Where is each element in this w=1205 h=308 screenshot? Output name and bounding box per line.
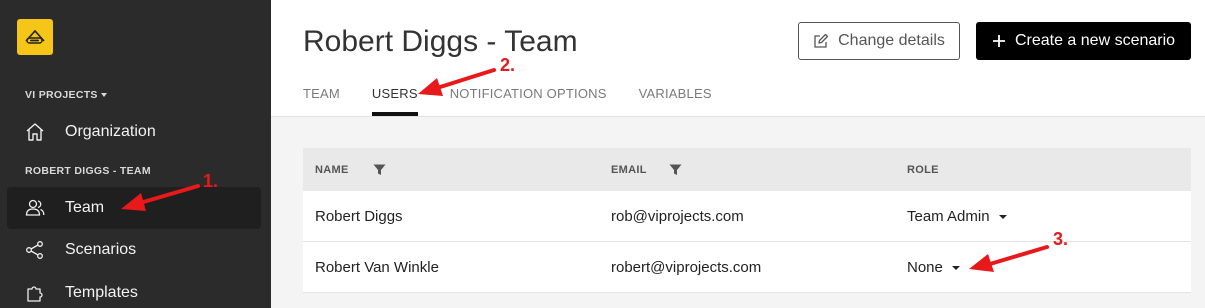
sidebar-item-templates[interactable]: Templates [7, 272, 261, 308]
puzzle-icon [24, 282, 46, 304]
column-header-label: NAME [315, 163, 349, 176]
change-details-button[interactable]: Change details [798, 22, 960, 60]
column-header-name: NAME [303, 164, 599, 176]
column-header-role: ROLE [895, 164, 1191, 176]
role-dropdown[interactable]: None [895, 259, 1191, 276]
page-title: Robert Diggs - Team [303, 25, 578, 58]
sidebar-item-label: Scenarios [65, 241, 137, 258]
caret-down-icon [998, 214, 1007, 219]
filter-icon[interactable] [669, 164, 682, 176]
main-content: Robert Diggs - Team Change details Creat… [271, 0, 1205, 308]
users-icon [24, 197, 46, 219]
users-table: NAME EMAIL ROLE Robert Diggs rob@viproje… [303, 148, 1191, 293]
sidebar-item-team[interactable]: Team [7, 187, 261, 229]
tab-users[interactable]: USERS [371, 86, 418, 116]
plus-icon [992, 34, 1006, 48]
filter-icon[interactable] [373, 164, 386, 176]
project-switcher[interactable]: VI PROJECTS [25, 89, 107, 101]
role-dropdown[interactable]: Team Admin [895, 208, 1191, 225]
project-switcher-label: VI PROJECTS [25, 89, 98, 101]
tab-team[interactable]: TEAM [303, 86, 340, 116]
role-dropdown-value: Team Admin [907, 207, 990, 225]
change-details-label: Change details [838, 32, 945, 49]
sidebar-item-organization[interactable]: Organization [7, 111, 261, 153]
annotation-number-2: 2. [500, 55, 516, 75]
paperclip-logo-icon[interactable] [17, 19, 53, 55]
share-icon [24, 239, 46, 261]
sidebar-item-label: Team [65, 199, 105, 216]
home-icon [24, 121, 46, 143]
create-scenario-label: Create a new scenario [1014, 32, 1176, 49]
annotation-number-3: 3. [1053, 229, 1069, 249]
caret-down-icon [951, 265, 960, 270]
tab-notification-options[interactable]: NOTIFICATION OPTIONS [450, 86, 607, 116]
table-header: NAME EMAIL ROLE [303, 148, 1191, 191]
user-name: Robert Diggs [315, 207, 403, 225]
caret-down-icon [100, 93, 107, 97]
sidebar-item-label: Templates [65, 284, 138, 301]
user-email: robert@viprojects.com [611, 258, 762, 276]
column-header-email: EMAIL [599, 164, 895, 176]
column-header-label: EMAIL [611, 163, 647, 176]
team-section-heading: ROBERT DIGGS - TEAM [25, 165, 151, 177]
team-section-label: ROBERT DIGGS - TEAM [25, 165, 151, 177]
tab-bar: TEAM USERS NOTIFICATION OPTIONS VARIABLE… [303, 86, 744, 116]
edit-icon [813, 33, 829, 49]
sidebar-item-scenarios[interactable]: Scenarios [7, 229, 261, 271]
create-scenario-button[interactable]: Create a new scenario [976, 22, 1191, 60]
annotation-number-1: 1. [203, 171, 219, 191]
tab-variables[interactable]: VARIABLES [639, 86, 712, 116]
role-dropdown-value: None [907, 258, 943, 276]
user-email: rob@viprojects.com [611, 207, 744, 225]
sidebar: VI PROJECTS Organization ROBERT DIGGS - … [0, 0, 271, 308]
column-header-label: ROLE [907, 163, 939, 176]
sidebar-item-label: Organization [65, 123, 156, 140]
user-name: Robert Van Winkle [315, 258, 439, 276]
